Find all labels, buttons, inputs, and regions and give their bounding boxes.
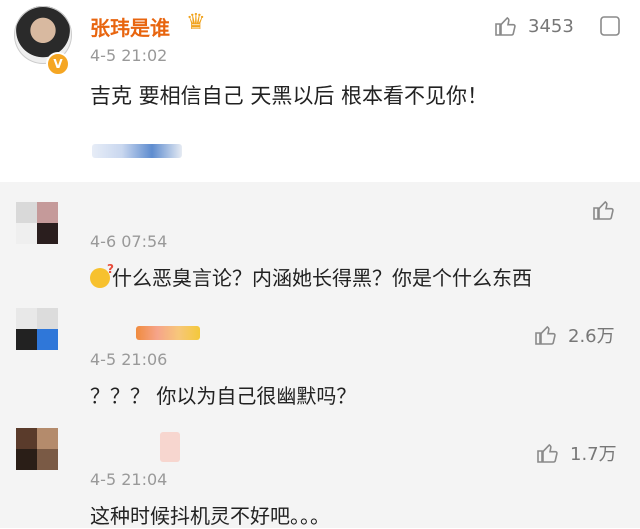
- thumbs-up-icon: [495, 16, 516, 36]
- crown-icon: ♛: [186, 10, 206, 35]
- username[interactable]: 张玮是谁: [90, 12, 170, 41]
- like-button[interactable]: [592, 198, 616, 222]
- comment-text: 吉克 要相信自己 天黑以后 根本看不见你！: [90, 84, 489, 108]
- like-count: 1.7万: [570, 444, 617, 465]
- verified-badge-icon: V: [46, 52, 70, 76]
- avatar[interactable]: [16, 428, 58, 470]
- like-count: 3453: [528, 15, 574, 37]
- reply-icon[interactable]: [598, 14, 622, 38]
- blurred-username: [136, 326, 200, 340]
- like-button[interactable]: 3453: [494, 14, 574, 38]
- timestamp: 4-6 07:54: [90, 232, 168, 251]
- timestamp: 4-5 21:02: [90, 46, 168, 65]
- thumbs-up-icon: [593, 200, 614, 220]
- main-comment: V 张玮是谁 ♛ 4-5 21:02 吉克 要相信自己 天黑以后 根本看不见你！…: [0, 0, 640, 182]
- blurred-username: [160, 432, 180, 462]
- comment-text: 什么恶臭言论？内涵她长得黑？你是个什么东西: [90, 262, 532, 291]
- like-count: 2.6万: [568, 326, 615, 347]
- like-button[interactable]: 2.6万: [534, 322, 615, 348]
- emoji-icon: [90, 262, 114, 288]
- timestamp: 4-5 21:04: [90, 470, 168, 489]
- blurred-image: [92, 144, 182, 158]
- reply-list: 4-6 07:54 什么恶臭言论？内涵她长得黑？你是个什么东西 4-5 21:0…: [0, 182, 640, 528]
- thumbs-up-icon: [537, 443, 558, 463]
- like-button[interactable]: 1.7万: [536, 440, 617, 466]
- timestamp: 4-5 21:06: [90, 350, 168, 369]
- comment-text: ？？？ 你以为自己很幽默吗？: [90, 384, 357, 408]
- comment-text: 这种时候抖机灵不好吧。。。: [90, 504, 330, 528]
- avatar[interactable]: [16, 202, 58, 244]
- thumbs-up-icon: [535, 325, 556, 345]
- avatar[interactable]: [16, 308, 58, 350]
